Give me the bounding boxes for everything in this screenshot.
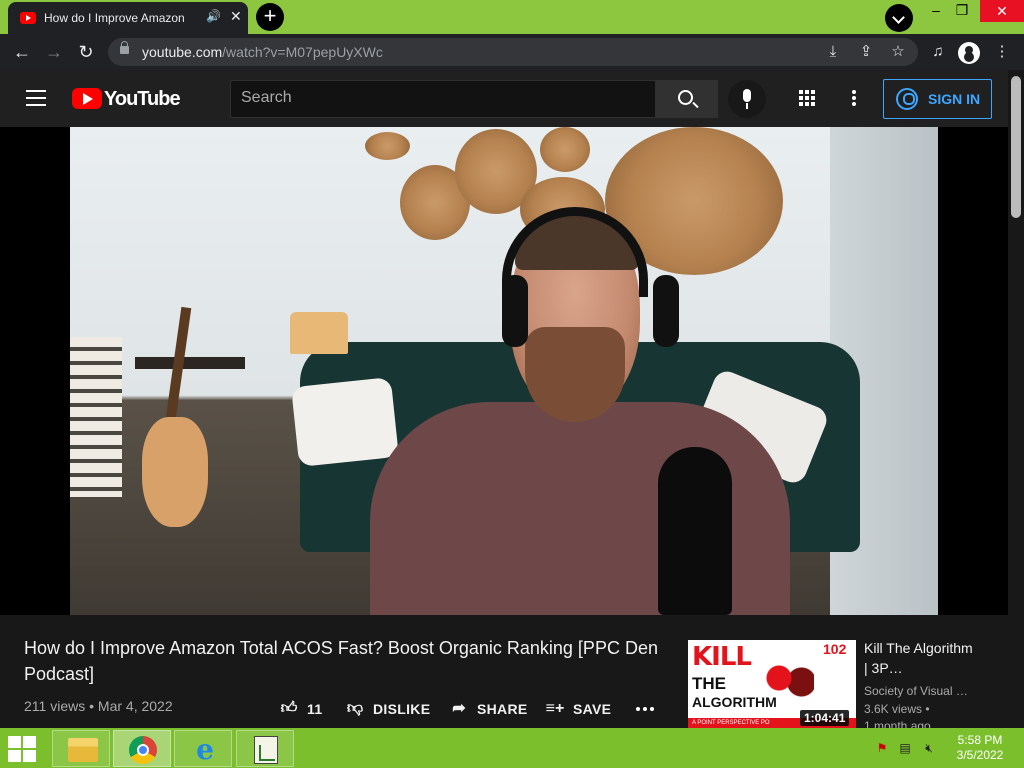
sign-in-button[interactable]: SIGN IN bbox=[883, 79, 992, 119]
like-button[interactable]: 👍︎ 11 bbox=[279, 699, 339, 721]
video-info-panel: How do I Improve Amazon Total ACOS Fast?… bbox=[0, 615, 1008, 728]
video-scene-lamp bbox=[290, 312, 348, 354]
taskbar-file-explorer[interactable] bbox=[52, 730, 110, 767]
lock-icon[interactable] bbox=[120, 41, 129, 54]
upload-date: Mar 4, 2022 bbox=[97, 698, 173, 714]
scrollbar-thumb[interactable] bbox=[1011, 76, 1021, 218]
browser-tab-strip: How do I Improve Amazon T 🔊 ✕ + – ❐ ✕ bbox=[0, 0, 1024, 34]
thumb-the-text: THE bbox=[692, 674, 726, 693]
url-domain: youtube.com bbox=[142, 44, 223, 60]
reload-icon[interactable]: ↻ bbox=[74, 40, 98, 64]
taskbar-clock[interactable]: 5:58 PM 3/5/2022 bbox=[950, 733, 1010, 763]
save-label: SAVE bbox=[573, 701, 612, 717]
thumb-episode-number: 102 bbox=[823, 641, 847, 657]
save-button[interactable]: ≡+ SAVE bbox=[545, 699, 615, 721]
chrome-icon bbox=[129, 736, 157, 764]
chart-app-icon bbox=[254, 736, 278, 764]
url-text[interactable]: youtube.com/watch?v=M07pepUyXWc bbox=[142, 44, 383, 60]
recommendation-age: 1 month ago bbox=[864, 719, 931, 728]
browser-toolbar: ← → ↻ youtube.com/watch?v=M07pepUyXWc ⤓ … bbox=[0, 34, 1024, 70]
profile-avatar-icon[interactable] bbox=[958, 42, 980, 64]
account-icon bbox=[896, 88, 918, 110]
folder-icon bbox=[68, 738, 98, 762]
youtube-wordmark: YouTube bbox=[104, 88, 181, 110]
thumbs-up-icon: 👍︎ bbox=[280, 700, 298, 717]
internet-explorer-icon: e bbox=[196, 733, 214, 766]
video-headphone-cup bbox=[653, 275, 679, 347]
volume-muted-icon[interactable]: 🔇︎ bbox=[922, 741, 936, 755]
windows-taskbar: e ⚑ ▤ 🔇︎ 5:58 PM 3/5/2022 bbox=[0, 728, 1024, 768]
video-scene-basket bbox=[540, 127, 590, 172]
settings-more-icon[interactable] bbox=[852, 90, 856, 106]
recommendation-duration-badge: 1:04:41 bbox=[800, 710, 850, 726]
youtube-masthead: YouTube Search SIGN IN bbox=[0, 70, 1008, 127]
search-input[interactable]: Search bbox=[230, 80, 656, 118]
video-scene-basket bbox=[365, 132, 410, 160]
bookmark-star-icon[interactable]: ☆ bbox=[888, 42, 908, 62]
search-button[interactable] bbox=[655, 80, 718, 118]
taskbar-internet-explorer[interactable]: e bbox=[174, 730, 232, 767]
view-count: 211 views bbox=[24, 698, 86, 714]
voice-search-mic-icon[interactable] bbox=[728, 80, 766, 118]
search-icon bbox=[678, 90, 693, 105]
restore-button[interactable]: ❐ bbox=[948, 2, 976, 22]
clock-date: 3/5/2022 bbox=[956, 748, 1004, 762]
action-center-flag-icon[interactable]: ⚑ bbox=[875, 741, 889, 755]
thumb-kill-text: KILL bbox=[692, 642, 752, 672]
meta-separator: • bbox=[89, 698, 95, 714]
thumb-algorithm-text: ALGORITHM bbox=[692, 694, 777, 710]
dislike-button[interactable]: 👎︎ DISLIKE bbox=[345, 699, 435, 721]
url-path: /watch?v=M07pepUyXWc bbox=[222, 44, 383, 60]
forward-icon[interactable]: → bbox=[42, 40, 66, 64]
youtube-favicon-icon bbox=[20, 12, 36, 24]
page-scrollbar[interactable] bbox=[1008, 70, 1024, 728]
browser-tab[interactable]: How do I Improve Amazon T 🔊 ✕ bbox=[8, 2, 248, 34]
sign-in-label: SIGN IN bbox=[928, 91, 981, 107]
add-to-playlist-icon: ≡+ bbox=[545, 700, 565, 717]
video-title: How do I Improve Amazon Total ACOS Fast?… bbox=[24, 638, 658, 684]
apps-grid-icon[interactable] bbox=[799, 90, 815, 106]
video-scene-pillow bbox=[291, 376, 399, 468]
dislike-label: DISLIKE bbox=[373, 701, 431, 717]
media-control-icon[interactable]: ♫ bbox=[928, 42, 948, 62]
tab-search-button[interactable] bbox=[885, 4, 913, 32]
recommendation-title[interactable]: Kill The Algorithm | 3P… bbox=[864, 638, 974, 678]
address-bar[interactable]: youtube.com/watch?v=M07pepUyXWc ⤓ ⇪ ☆ bbox=[108, 38, 918, 66]
like-count: 11 bbox=[307, 701, 323, 717]
share-page-icon[interactable]: ⇪ bbox=[856, 42, 876, 62]
taskbar-chart-app[interactable] bbox=[236, 730, 294, 767]
network-icon[interactable]: ▤ bbox=[898, 741, 912, 755]
tab-title: How do I Improve Amazon T bbox=[44, 11, 184, 25]
install-app-icon[interactable]: ⤓ bbox=[823, 42, 843, 62]
more-actions-icon[interactable] bbox=[636, 707, 654, 711]
recommendation-views: 3.6K views • bbox=[864, 702, 930, 716]
minimize-button[interactable]: – bbox=[922, 2, 950, 22]
video-scene-chair bbox=[70, 337, 122, 497]
share-button[interactable]: ➦ SHARE bbox=[449, 699, 529, 721]
video-player[interactable] bbox=[0, 127, 1008, 615]
windows-start-icon[interactable] bbox=[8, 736, 38, 762]
clock-time: 5:58 PM bbox=[957, 733, 1003, 747]
share-arrow-icon: ➦ bbox=[452, 700, 466, 717]
share-label: SHARE bbox=[477, 701, 528, 717]
video-scene-guitar bbox=[142, 417, 208, 527]
video-microphone bbox=[658, 447, 732, 615]
video-meta: 211 views • Mar 4, 2022 bbox=[24, 698, 173, 714]
video-frame[interactable] bbox=[70, 127, 938, 615]
guide-menu-icon[interactable] bbox=[26, 90, 46, 106]
new-tab-button[interactable]: + bbox=[256, 3, 284, 31]
back-icon[interactable]: ← bbox=[10, 40, 34, 64]
video-scene-stool bbox=[135, 357, 245, 369]
video-headphone-cup bbox=[502, 275, 528, 347]
window-close-button[interactable]: ✕ bbox=[980, 0, 1024, 22]
tab-close-icon[interactable]: ✕ bbox=[230, 8, 242, 25]
taskbar-chrome[interactable] bbox=[113, 730, 171, 767]
recommendation-channel[interactable]: Society of Visual … bbox=[864, 684, 974, 698]
youtube-play-logo-icon bbox=[72, 88, 102, 109]
speaker-icon[interactable]: 🔊 bbox=[206, 9, 221, 23]
thumbs-down-icon: 👎︎ bbox=[346, 700, 364, 717]
chrome-menu-icon[interactable]: ⋮ bbox=[992, 42, 1012, 62]
